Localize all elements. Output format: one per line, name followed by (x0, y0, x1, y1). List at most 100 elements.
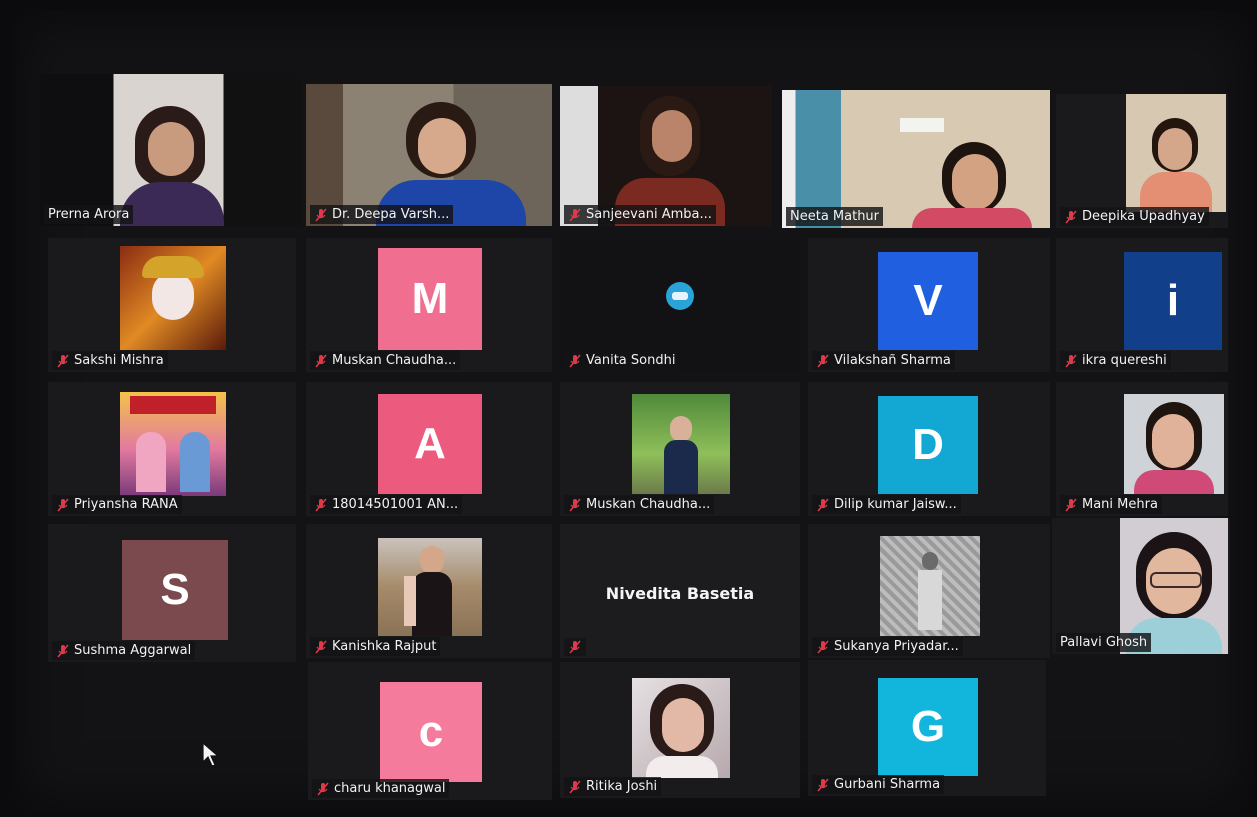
participant-tile-deepika[interactable]: Deepika Upadhyay (1056, 94, 1228, 228)
avatar-initial: G (910, 702, 946, 751)
muted-mic-icon (568, 640, 582, 654)
participant-tile-nivedita[interactable]: Nivedita Basetia (560, 524, 800, 658)
participant-name-tag: Gurbani Sharma (812, 775, 945, 794)
participant-name-tag: Sushma Aggarwal (52, 641, 196, 660)
muted-mic-icon (314, 498, 328, 512)
participant-name-tag: ikra quereshi (1060, 351, 1171, 370)
avatar-initial: A (414, 419, 446, 468)
participant-name: Kanishka Rajput (332, 639, 437, 654)
avatar-initial: D (912, 420, 944, 469)
participant-name: Sakshi Mishra (74, 353, 164, 368)
participant-tile-sushma[interactable]: S Sushma Aggarwal (48, 524, 296, 662)
avatar: M (378, 248, 482, 350)
participant-tile-gurbani[interactable]: G Gurbani Sharma (808, 660, 1046, 796)
participant-name-tag: Neeta Mathur (786, 207, 884, 226)
participant-name-tag: 18014501001 AN... (310, 495, 463, 514)
participant-tile-ikra[interactable]: i ikra quereshi (1056, 238, 1228, 372)
participant-tile-vanita[interactable]: Vanita Sondhi (560, 238, 800, 372)
participant-name-tag: Ritika Joshi (564, 777, 662, 796)
participant-tile-priyansha[interactable]: Priyansha RANA (48, 382, 296, 516)
participant-tile-dilip[interactable]: D Dilip kumar Jaisw... (808, 382, 1050, 516)
participant-tile-pallavi[interactable]: Pallavi Ghosh (1052, 518, 1230, 654)
muted-mic-icon (314, 354, 328, 368)
avatar-initial: i (1166, 276, 1180, 325)
avatar: c (380, 682, 482, 782)
participant-tile-ritika[interactable]: Ritika Joshi (560, 662, 800, 798)
participant-name-tag: Prerna Arora (44, 205, 134, 224)
participant-tile-vilakshan[interactable]: V Vilakshañ Sharma (808, 238, 1050, 372)
participant-tile-neeta[interactable]: Neeta Mathur (782, 90, 1050, 228)
participant-name: Vanita Sondhi (586, 353, 676, 368)
muted-mic-icon (314, 208, 328, 222)
muted-mic-icon (1064, 210, 1078, 224)
muted-mic-icon (56, 498, 70, 512)
participant-name-tag: Dilip kumar Jaisw... (812, 495, 961, 514)
avatar: S (122, 540, 228, 640)
participant-tile-sukanya[interactable]: Sukanya Priyadar... (808, 524, 1050, 658)
muted-mic-icon (816, 498, 830, 512)
participant-name: Vilakshañ Sharma (834, 353, 951, 368)
participant-tile-deepa[interactable]: Dr. Deepa Varsh... (306, 84, 552, 226)
participant-name-tag: Sukanya Priyadar... (812, 637, 963, 656)
participant-name: Gurbani Sharma (834, 777, 941, 792)
participant-name: Mani Mehra (1082, 497, 1158, 512)
profile-picture (378, 538, 482, 636)
muted-mic-icon (316, 782, 330, 796)
participant-tile-sanjeevani[interactable]: Sanjeevani Amba... (560, 86, 772, 226)
muted-mic-icon (816, 778, 830, 792)
participant-name-tag: Muskan Chaudha... (310, 351, 461, 370)
avatar-initial: M (411, 274, 449, 323)
participant-tile-mani[interactable]: Mani Mehra (1056, 382, 1228, 516)
participant-tile-an[interactable]: A 18014501001 AN... (306, 382, 552, 516)
profile-picture (1124, 394, 1224, 494)
mouse-pointer-icon (202, 741, 220, 768)
participant-name: Neeta Mathur (790, 209, 880, 224)
participant-name-tag: Priyansha RANA (52, 495, 182, 514)
muted-mic-icon (568, 354, 582, 368)
profile-picture (666, 282, 694, 310)
participant-tile-muskan-1[interactable]: M Muskan Chaudha... (306, 238, 552, 372)
avatar: A (378, 394, 482, 494)
participant-name-tag: Sanjeevani Amba... (564, 205, 716, 224)
participant-tile-prerna-arora[interactable]: Prerna Arora (40, 74, 302, 226)
participant-name-tag: Vanita Sondhi (564, 351, 680, 370)
participant-name-tag: Muskan Chaudha... (564, 495, 715, 514)
participant-name: Sushma Aggarwal (74, 643, 192, 658)
muted-mic-icon (1064, 354, 1078, 368)
participant-name-tag: Dr. Deepa Varsh... (310, 205, 454, 224)
muted-mic-icon (568, 498, 582, 512)
muted-mic-icon (568, 208, 582, 222)
participant-name: charu khanagwal (334, 781, 446, 796)
muted-mic-icon (568, 780, 582, 794)
avatar-initial: S (160, 565, 190, 614)
profile-picture (120, 392, 226, 496)
participant-name-tag: Pallavi Ghosh (1056, 633, 1152, 652)
participant-tile-kanishka[interactable]: Kanishka Rajput (306, 524, 552, 658)
muted-mic-icon (314, 640, 328, 654)
participant-name-tag: Mani Mehra (1060, 495, 1162, 514)
muted-mic-icon (56, 354, 70, 368)
participant-video (40, 74, 302, 226)
zoom-gallery-view: Prerna Arora Dr. Deepa Varsh... Sanjeeva… (12, 10, 1254, 812)
participant-name: Dilip kumar Jaisw... (834, 497, 957, 512)
muted-mic-icon (56, 644, 70, 658)
participant-name-tag: Deepika Upadhyay (1060, 207, 1209, 226)
avatar: V (878, 252, 978, 350)
participant-name: Prerna Arora (48, 207, 130, 222)
participant-name: Muskan Chaudha... (332, 353, 457, 368)
muted-mic-icon (1064, 498, 1078, 512)
participant-tile-sakshi[interactable]: Sakshi Mishra (48, 238, 296, 372)
participant-tile-charu[interactable]: c charu khanagwal (308, 662, 552, 800)
participant-name: 18014501001 AN... (332, 497, 459, 512)
profile-picture (120, 246, 226, 350)
participant-name-tag: Kanishka Rajput (310, 637, 441, 656)
avatar: G (878, 678, 978, 776)
participant-tile-muskan-2[interactable]: Muskan Chaudha... (560, 382, 800, 516)
participant-name: Muskan Chaudha... (586, 497, 711, 512)
participant-name-centered: Nivedita Basetia (605, 584, 755, 603)
muted-mic-icon (816, 354, 830, 368)
participant-name-tag: charu khanagwal (312, 779, 450, 798)
participant-name-tag: Vilakshañ Sharma (812, 351, 955, 370)
participant-name: Priyansha RANA (74, 497, 178, 512)
profile-picture (880, 536, 980, 636)
